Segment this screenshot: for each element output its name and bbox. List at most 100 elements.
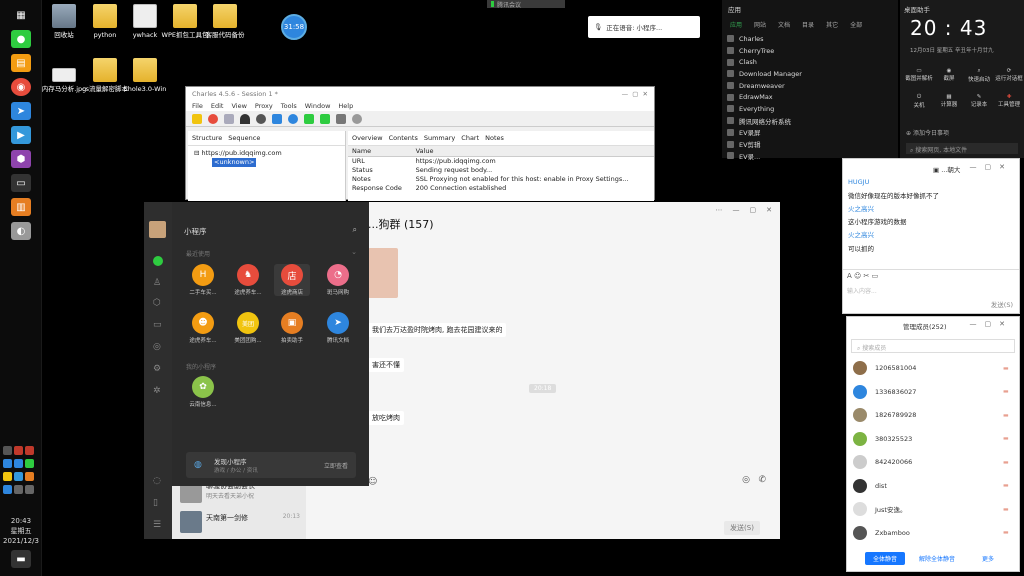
tab-all[interactable]: 全部 <box>850 20 862 29</box>
mic-icon[interactable]: ▬ <box>1003 388 1009 395</box>
settings-icon[interactable] <box>352 113 362 124</box>
mini-app[interactable]: ◔ 斑马网购 <box>320 264 356 296</box>
menu-help[interactable]: Help <box>338 102 353 110</box>
quick-action[interactable]: ⟳ 运行对话框 <box>994 68 1024 82</box>
tab-other[interactable]: 其它 <box>826 20 838 29</box>
member-search[interactable]: ⌕ 搜索成员 <box>851 339 1015 353</box>
chat-icon[interactable] <box>153 256 163 266</box>
tree-host[interactable]: ⊟ https://pub.idqqimg.com <box>194 149 339 158</box>
mute-all-button[interactable]: 全体静音 <box>865 552 905 565</box>
turtle-icon[interactable] <box>240 113 250 124</box>
tray-icon[interactable] <box>3 446 12 455</box>
breakpoint-icon[interactable] <box>256 113 266 124</box>
tray-icon[interactable] <box>3 472 12 481</box>
quick-action[interactable]: ⏻ 关机 <box>904 94 934 109</box>
tab-overview[interactable]: Overview <box>352 134 383 142</box>
windows-start-icon[interactable]: ▦ <box>11 6 31 24</box>
chat-list-name[interactable]: 天南第一剑修 <box>206 513 248 523</box>
mic-icon[interactable]: ▬ <box>1003 365 1009 372</box>
desktop-icon-backup[interactable]: 客服代码备份 <box>197 4 253 39</box>
menu-file[interactable]: File <box>192 102 203 110</box>
mini-app[interactable]: ▣ 拍卖助手 <box>274 312 310 344</box>
voice-call-indicator[interactable]: 🎙 正在语音: 小程序... <box>588 16 700 38</box>
column-header[interactable]: Name <box>348 146 412 157</box>
window-controls[interactable]: ⋯ — ▢ ✕ <box>716 206 773 214</box>
table-row[interactable]: Status Sending request body... <box>348 166 654 175</box>
record-icon[interactable] <box>208 113 218 124</box>
mic-icon[interactable]: ▬ <box>1003 412 1009 419</box>
mic-icon[interactable]: ▬ <box>1003 482 1009 489</box>
launcher-item[interactable]: Everything <box>722 103 898 115</box>
tools-icon[interactable] <box>336 113 346 124</box>
send-button[interactable]: 发送(S) <box>724 521 760 535</box>
chevron-down-icon[interactable]: ⌄ <box>351 248 357 256</box>
mic-icon[interactable]: ▬ <box>1003 459 1009 466</box>
mini-app[interactable]: H 二手车买... <box>185 264 221 296</box>
tab-web[interactable]: 网站 <box>754 20 766 29</box>
chat-message[interactable]: 放吃烤肉 <box>368 411 404 425</box>
mini-app[interactable]: ➤ 腾讯文档 <box>320 312 356 344</box>
member-row[interactable]: Zxbamboo ▬ <box>853 525 1009 540</box>
member-row[interactable]: 380325523 ▬ <box>853 431 1009 446</box>
terminal-icon[interactable]: ▭ <box>11 174 31 192</box>
folder-icon[interactable]: ▤ <box>11 54 31 72</box>
launcher-item[interactable]: EV录屏 <box>722 127 898 139</box>
member-row[interactable]: 1336836027 ▬ <box>853 384 1009 399</box>
desktop-icon-ehole[interactable]: Ehole3.0-Win <box>117 58 173 93</box>
folder-icon[interactable]: ▭ <box>153 320 162 330</box>
volume-icon[interactable] <box>25 485 34 494</box>
menu-icon[interactable]: ☰ <box>153 520 161 530</box>
video-call-icon[interactable]: ◎ <box>742 475 750 485</box>
app-blue-icon[interactable]: ➤ <box>11 102 31 120</box>
table-row[interactable]: Notes SSL Proxying not enabled for this h… <box>348 175 654 184</box>
basket-icon[interactable] <box>320 113 330 124</box>
tray-icon[interactable] <box>14 459 23 468</box>
input-method-icon[interactable] <box>3 485 12 494</box>
launcher-item[interactable]: CherryTree <box>722 45 898 57</box>
mini-app[interactable]: ♞ 途虎养车... <box>230 264 266 296</box>
tab-sequence[interactable]: Sequence <box>228 134 260 142</box>
launcher-item[interactable]: 腾讯网络分析系统 <box>722 115 898 127</box>
mic-icon[interactable]: ▬ <box>1003 435 1009 442</box>
more-button[interactable]: 更多 <box>973 552 1003 565</box>
quick-action[interactable]: ✚ 工具管理 <box>994 94 1024 108</box>
mic-icon[interactable]: ▬ <box>1003 529 1009 536</box>
mini-app[interactable]: 美团 美团团购... <box>230 312 266 344</box>
member-row[interactable]: 1826789928 ▬ <box>853 408 1009 422</box>
window-controls[interactable]: — ▢ ✕ <box>622 90 648 98</box>
menu-edit[interactable]: Edit <box>211 102 224 110</box>
broom-icon[interactable] <box>192 113 202 124</box>
menu-view[interactable]: View <box>231 102 246 110</box>
column-header[interactable]: Value <box>411 146 654 157</box>
chrome-icon[interactable]: ◉ <box>11 78 31 96</box>
mini-app-selected[interactable]: 店途虎商店 <box>274 264 310 296</box>
tab-chart[interactable]: Chart <box>461 134 479 142</box>
member-row[interactable]: dist ▬ <box>853 478 1009 493</box>
menu-proxy[interactable]: Proxy <box>255 102 273 110</box>
meeting-bar[interactable]: 腾讯会议 <box>487 0 565 9</box>
member-row[interactable]: 842420066 ▬ <box>853 455 1009 469</box>
network-icon[interactable] <box>14 485 23 494</box>
window-controls[interactable]: —▢✕ <box>970 320 1013 328</box>
tab-summary[interactable]: Summary <box>424 134 455 142</box>
menu-window[interactable]: Window <box>305 102 331 110</box>
member-row[interactable]: 1206581004 ▬ <box>853 361 1009 375</box>
quick-action[interactable]: ⌕ 快速启动 <box>964 68 994 83</box>
tab-notes[interactable]: Notes <box>485 134 504 142</box>
pen-icon[interactable] <box>272 113 282 124</box>
avatar[interactable] <box>149 221 166 238</box>
add-todo[interactable]: ⊕ 添加今日事项 <box>906 128 949 137</box>
wechat-icon[interactable]: ● <box>11 30 31 48</box>
app-hex-icon[interactable]: ⬢ <box>11 150 31 168</box>
contacts-icon[interactable]: ♙ <box>153 278 161 288</box>
notification-icon[interactable]: ▬ <box>11 550 31 568</box>
tab-apps[interactable]: 应用 <box>730 20 742 29</box>
mobile-icon[interactable]: ▯ <box>153 498 158 508</box>
tray-icon[interactable] <box>25 472 34 481</box>
quick-action[interactable]: ◉ 截屏 <box>934 68 964 82</box>
settings-icon[interactable]: ⚙ <box>153 364 161 374</box>
quick-action[interactable]: ▦ 计算器 <box>934 94 964 108</box>
assistant-search[interactable]: ⌕ 搜索网页, 本地文件 <box>906 143 1018 154</box>
refresh-icon[interactable] <box>288 113 298 124</box>
floating-timer[interactable]: 31:58 <box>281 14 307 40</box>
